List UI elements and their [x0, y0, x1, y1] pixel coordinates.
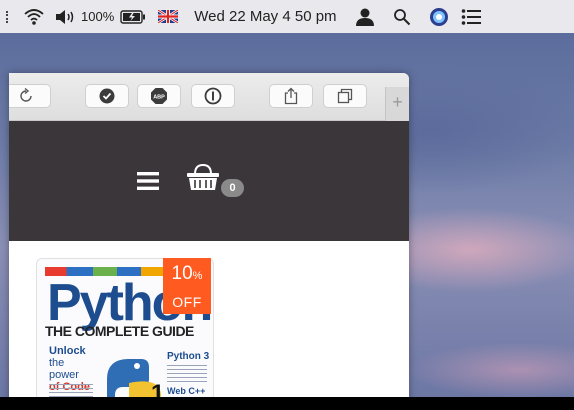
volume-icon[interactable]	[55, 9, 81, 25]
battery-percentage[interactable]: 100%	[81, 9, 114, 24]
shield-icon	[99, 88, 115, 104]
new-tab-button[interactable]: +	[385, 87, 409, 121]
spotlight-search-icon[interactable]	[393, 8, 429, 26]
discount-unit: %	[192, 270, 203, 282]
wifi-icon[interactable]	[23, 8, 55, 26]
menu-hamburger-icon[interactable]	[137, 171, 159, 191]
discount-percent: 10%	[163, 264, 211, 286]
menu-extra-separator	[6, 10, 9, 23]
browser-toolbar: ABP +	[9, 73, 409, 121]
battery-icon[interactable]	[120, 9, 158, 24]
menu-bar: 100% Wed 22 May 4 50 pm	[0, 0, 574, 33]
adblock-button[interactable]: ABP	[137, 84, 181, 108]
discount-badge: 10% OFF	[163, 258, 211, 314]
dock-edge	[0, 397, 574, 410]
share-icon	[284, 87, 298, 105]
cover-web-label: Web C++	[167, 386, 206, 396]
python-logo-icon: 1	[107, 359, 164, 402]
menubar-clock[interactable]: Wed 22 May 4 50 pm	[194, 8, 336, 25]
discount-value: 10	[171, 263, 193, 284]
user-icon[interactable]	[355, 7, 393, 27]
cart-count-badge: 0	[221, 179, 244, 197]
cover-unlock-line1: Unlock	[49, 345, 86, 357]
cover-python3-fineprint	[167, 365, 207, 383]
basket-icon[interactable]	[185, 163, 221, 193]
info-extension-button[interactable]	[191, 84, 235, 108]
discount-off-label: OFF	[172, 294, 202, 310]
privacy-extension-button[interactable]	[85, 84, 129, 108]
share-button[interactable]	[269, 84, 313, 108]
cover-unlock-line2: the power	[49, 357, 79, 381]
uk-flag-icon[interactable]	[158, 10, 194, 23]
adblock-icon: ABP	[151, 88, 167, 104]
reload-button[interactable]	[9, 84, 51, 108]
cover-subtitle: THE COMPLETE GUIDE	[45, 323, 194, 339]
tabs-icon	[337, 88, 353, 104]
adblock-label: ABP	[153, 95, 165, 101]
reload-icon	[20, 88, 32, 102]
notification-center-icon[interactable]	[461, 8, 481, 26]
cover-python3-label: Python 3	[167, 351, 210, 362]
siri-icon[interactable]	[429, 7, 461, 27]
reader-info-icon	[204, 87, 222, 105]
show-tabs-button[interactable]	[323, 84, 367, 108]
